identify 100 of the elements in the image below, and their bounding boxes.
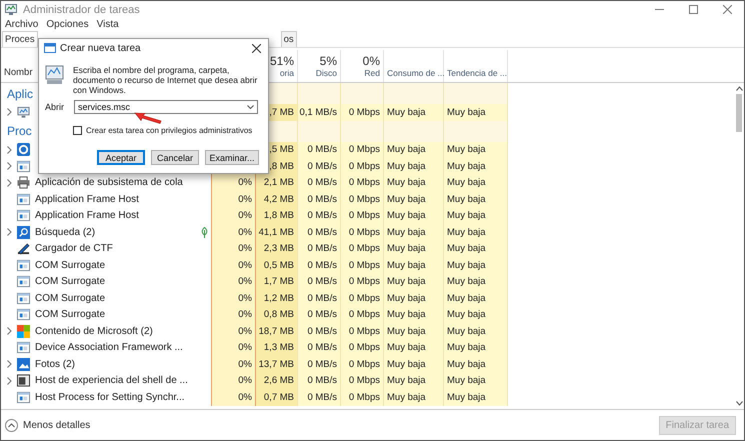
dialog-button[interactable]: Cancelar xyxy=(151,150,199,165)
column-header[interactable]: Consumo de ... xyxy=(387,68,445,78)
window-title: Administrador de tareas xyxy=(23,4,140,16)
column-header[interactable]: Red xyxy=(364,68,380,78)
column-header[interactable]: Disco xyxy=(316,68,337,78)
table-cell: 0,7 MB xyxy=(256,389,298,406)
tiles-icon xyxy=(17,324,30,338)
expand-icon[interactable] xyxy=(7,146,12,154)
expand-icon[interactable] xyxy=(7,360,12,368)
table-cell: Muy baja xyxy=(384,274,444,290)
process-name: Host de experiencia del shell de ... xyxy=(35,375,188,386)
process-name: Búsqueda (2) xyxy=(35,226,96,238)
tab[interactable]: Proces xyxy=(2,31,38,47)
menu-item[interactable]: Archivo xyxy=(5,19,38,30)
scroll-down-icon[interactable] xyxy=(736,401,742,406)
menu-item[interactable]: Vista xyxy=(96,19,119,30)
checkbox[interactable] xyxy=(73,126,82,135)
process-name: Host Process for Setting Synchr... xyxy=(35,392,185,403)
table-cell: 0% xyxy=(211,389,256,406)
column-header[interactable]: oria xyxy=(280,68,294,78)
table-cell: Muy baja xyxy=(384,240,444,257)
table-cell: Muy baja xyxy=(444,104,508,120)
expand-icon[interactable] xyxy=(7,327,12,336)
table-cell: Muy baja xyxy=(384,174,444,191)
table-cell: 4,2 MB xyxy=(256,191,298,208)
table-cell: 0% xyxy=(211,174,256,191)
table-cell: Muy baja xyxy=(384,290,444,306)
table-cell: 0 MB/s xyxy=(298,240,341,257)
table-cell: 0 Mbps xyxy=(341,257,384,274)
column-percent: 5% xyxy=(320,54,337,68)
window-icon xyxy=(17,275,30,288)
table-cell: 1,3 MB xyxy=(256,340,298,356)
checkbox-label[interactable]: Crear esta tarea con privilegios administrativos xyxy=(86,126,252,135)
printer-icon xyxy=(17,176,30,190)
table-cell: 0 MB/s xyxy=(298,208,341,224)
table-cell: 0 MB/s xyxy=(298,257,341,274)
search-icon xyxy=(17,226,30,239)
dialog-message: Escriba el nombre del programa, carpeta, documento o recurso de Internet que desea abrir con Windows. xyxy=(73,65,258,95)
table-cell: 0 Mbps xyxy=(341,104,384,120)
scrollbar-thumb[interactable] xyxy=(736,94,742,132)
table-cell: Muy baja xyxy=(384,389,444,406)
table-cell: 0% xyxy=(211,340,256,356)
column-header[interactable]: Tendencia de ... xyxy=(447,68,508,78)
table-cell: Muy baja xyxy=(444,208,508,224)
dialog-button[interactable]: Aceptar xyxy=(97,150,145,165)
table-cell: 0 Mbps xyxy=(341,290,384,306)
tab[interactable]: os xyxy=(280,31,297,47)
app-icon xyxy=(5,4,17,15)
table-cell: 2,3 MB xyxy=(256,240,298,257)
table-cell: 0 Mbps xyxy=(341,208,384,224)
table-cell: 0 MB/s xyxy=(298,356,341,372)
monitor-icon xyxy=(45,63,65,85)
table-cell: 0 MB/s xyxy=(298,274,341,290)
column-header[interactable]: Nombr xyxy=(4,67,33,78)
table-cell: 0 Mbps xyxy=(341,142,384,158)
table-cell: 0 MB/s xyxy=(298,389,341,406)
table-cell: 0 Mbps xyxy=(341,174,384,191)
table-cell: 0% xyxy=(211,306,256,323)
fewer-details-button[interactable]: Menos detalles xyxy=(5,418,90,432)
run-icon xyxy=(44,43,56,53)
table-cell: Muy baja xyxy=(384,224,444,240)
table-cell: Muy baja xyxy=(444,191,508,208)
open-input-field[interactable]: services.msc xyxy=(74,100,258,114)
table-cell: 0 Mbps xyxy=(341,191,384,208)
close-icon xyxy=(722,5,732,14)
window-icon xyxy=(17,390,30,404)
window-icon xyxy=(17,341,30,354)
table-cell: Muy baja xyxy=(384,323,444,340)
window-icon xyxy=(17,209,30,222)
gear-icon xyxy=(17,143,30,156)
menu-item[interactable]: Opciones xyxy=(46,19,89,30)
photos-icon xyxy=(17,358,30,371)
dropdown-icon[interactable] xyxy=(247,105,254,109)
scroll-up-icon[interactable] xyxy=(736,86,742,91)
table-cell: Muy baja xyxy=(444,257,508,274)
process-name: Application Frame Host xyxy=(35,210,139,222)
expand-icon[interactable] xyxy=(7,376,12,385)
table-cell: 0 MB/s xyxy=(298,191,341,208)
table-cell: Muy baja xyxy=(444,372,508,389)
table-cell: 0% xyxy=(211,224,256,240)
dialog-button[interactable]: Examinar... xyxy=(205,150,259,165)
table-cell: 0,1 MB/s xyxy=(298,104,341,120)
table-cell: 0% xyxy=(211,240,256,257)
group-header: Proc xyxy=(6,124,32,138)
table-cell: Muy baja xyxy=(444,224,508,240)
minimize-icon xyxy=(654,9,664,10)
pointer-arrow xyxy=(134,112,162,124)
table-cell: 0 Mbps xyxy=(341,323,384,340)
table-cell: 1,8 MB xyxy=(256,208,298,224)
table-cell: Muy baja xyxy=(444,340,508,356)
window-icon xyxy=(17,292,30,305)
expand-icon[interactable] xyxy=(7,162,12,170)
expand-icon[interactable] xyxy=(7,108,12,116)
process-name: Application Frame Host xyxy=(35,194,139,205)
expand-icon[interactable] xyxy=(7,178,12,187)
expand-icon[interactable] xyxy=(7,228,12,236)
pen-icon xyxy=(17,242,30,256)
table-cell: Muy baja xyxy=(384,306,444,323)
table-cell: Muy baja xyxy=(444,290,508,306)
table-cell: 0 Mbps xyxy=(341,306,384,323)
